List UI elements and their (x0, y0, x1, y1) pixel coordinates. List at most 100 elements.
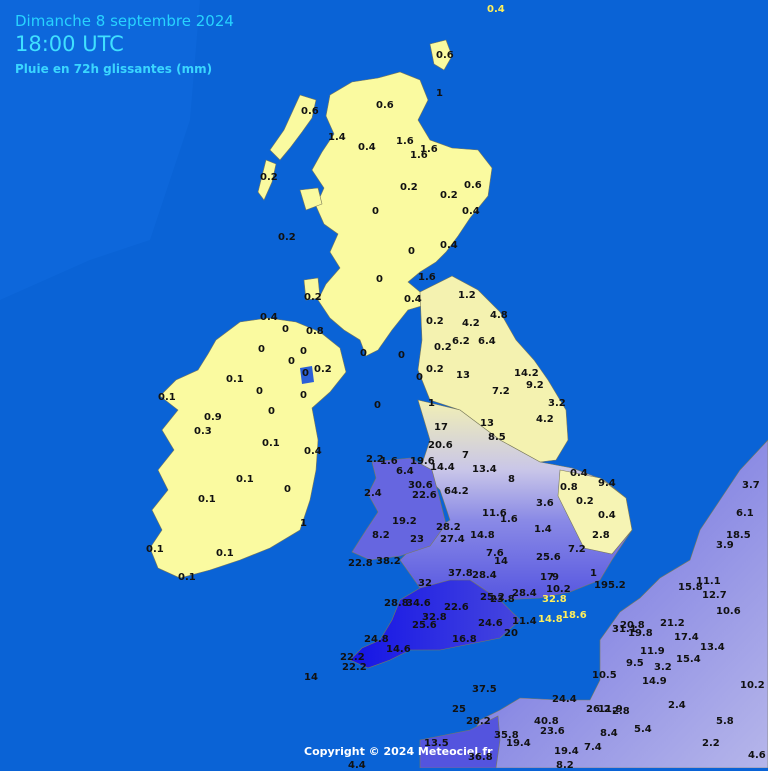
station-value: 13.5 (424, 738, 449, 749)
station-value: 8.2 (372, 530, 390, 541)
station-value: 5.8 (716, 716, 734, 727)
station-value: 21.2 (660, 618, 685, 629)
station-value: 32.8 (542, 594, 567, 605)
station-value: 0.2 (426, 364, 444, 375)
station-value: 6.1 (736, 508, 754, 519)
station-value: 0 (288, 356, 295, 367)
station-value: 8.4 (600, 728, 618, 739)
station-value: 2.8 (612, 706, 630, 717)
station-value: 0 (398, 350, 405, 361)
station-value: 22.2 (342, 662, 367, 673)
station-value: 14.4 (430, 462, 455, 473)
station-value: 37.8 (448, 568, 473, 579)
station-value: 10.5 (592, 670, 617, 681)
station-value: 0 (372, 206, 379, 217)
station-value: 22.8 (348, 558, 373, 569)
station-value: 14.2 (514, 368, 539, 379)
station-value: 14.6 (386, 644, 411, 655)
station-value: 0 (284, 484, 291, 495)
station-value: 14.9 (642, 676, 667, 687)
station-value: 18.6 (562, 610, 587, 621)
rain-accumulation-map: Dimanche 8 septembre 2024 18:00 UTC Plui… (0, 0, 768, 771)
station-value: 0.2 (400, 182, 418, 193)
station-value: 0.8 (306, 326, 324, 337)
station-value: 20 (504, 628, 518, 639)
station-value: 3.2 (548, 398, 566, 409)
station-value: 10.6 (716, 606, 741, 617)
station-value: 19.2 (392, 516, 417, 527)
station-value: 1.4 (534, 524, 552, 535)
station-value: 13 (456, 370, 470, 381)
station-value: 28.8 (384, 598, 409, 609)
station-value: 0 (268, 406, 275, 417)
station-value: 23 (410, 534, 424, 545)
station-value: 2.4 (668, 700, 686, 711)
station-value: 8 (508, 474, 515, 485)
station-value: 36.8 (468, 752, 493, 763)
station-value: 0 (258, 344, 265, 355)
station-value: 11.9 (640, 646, 665, 657)
station-value: 1.6 (500, 514, 518, 525)
station-value: 0.2 (440, 190, 458, 201)
station-value: 1.6 (396, 136, 414, 147)
station-value: 0.4 (598, 510, 616, 521)
station-value: 0 (282, 324, 289, 335)
station-value: 19.8 (628, 628, 653, 639)
station-value: 0.6 (301, 106, 319, 117)
station-value: 0.3 (194, 426, 212, 437)
station-value: 24.4 (552, 694, 577, 705)
station-value: 7.2 (568, 544, 586, 555)
station-value: 9.5 (626, 658, 644, 669)
station-value: 7 (462, 450, 469, 461)
station-value: 0.4 (462, 206, 480, 217)
station-value: 24.6 (478, 618, 503, 629)
station-value: 0.2 (260, 172, 278, 183)
station-value: 0.1 (178, 572, 196, 583)
station-value: 0.4 (487, 4, 505, 15)
station-value: 0 (360, 348, 367, 359)
station-value: 2.4 (364, 488, 382, 499)
station-value: 0 (376, 274, 383, 285)
station-value: 1 (300, 518, 307, 529)
station-value: 0.1 (146, 544, 164, 555)
station-value: 0.1 (236, 474, 254, 485)
station-value: 6.2 (452, 336, 470, 347)
station-value: 4.8 (490, 310, 508, 321)
station-value: 17 (434, 422, 448, 433)
station-value: 5.4 (634, 724, 652, 735)
station-value: 1.2 (458, 290, 476, 301)
station-value: 22.6 (444, 602, 469, 613)
station-value: 13 (480, 418, 494, 429)
station-value: 0.4 (570, 468, 588, 479)
station-value: 0.6 (436, 50, 454, 61)
station-value: 0 (300, 346, 307, 357)
station-value: 22.6 (412, 490, 437, 501)
station-value: 28.2 (466, 716, 491, 727)
station-value: 3.2 (654, 662, 672, 673)
station-value: 12.7 (702, 590, 727, 601)
station-value: 0 (302, 368, 309, 379)
station-value: 0.1 (216, 548, 234, 559)
station-value: 4.2 (536, 414, 554, 425)
station-value: 27.4 (440, 534, 465, 545)
station-value: 1.6 (418, 272, 436, 283)
station-value: 9.2 (526, 380, 544, 391)
station-value: 0 (256, 386, 263, 397)
station-value: 15.8 (678, 582, 703, 593)
station-value: 20.6 (428, 440, 453, 451)
station-value: 0.4 (304, 446, 322, 457)
station-value: 34.6 (406, 598, 431, 609)
station-value: 32 (418, 578, 432, 589)
station-value: 14.8 (470, 530, 495, 541)
station-value: 11.4 (512, 616, 537, 627)
map-date: Dimanche 8 septembre 2024 (15, 12, 234, 30)
station-value: 15.4 (676, 654, 701, 665)
station-value: 0.2 (304, 292, 322, 303)
station-value: 0 (408, 246, 415, 257)
station-value: 1.4 (328, 132, 346, 143)
station-value: 5.2 (608, 580, 626, 591)
station-value: 0.2 (434, 342, 452, 353)
station-value: 25.6 (412, 620, 437, 631)
station-value: 16.8 (452, 634, 477, 645)
station-value: 19 (594, 580, 608, 591)
